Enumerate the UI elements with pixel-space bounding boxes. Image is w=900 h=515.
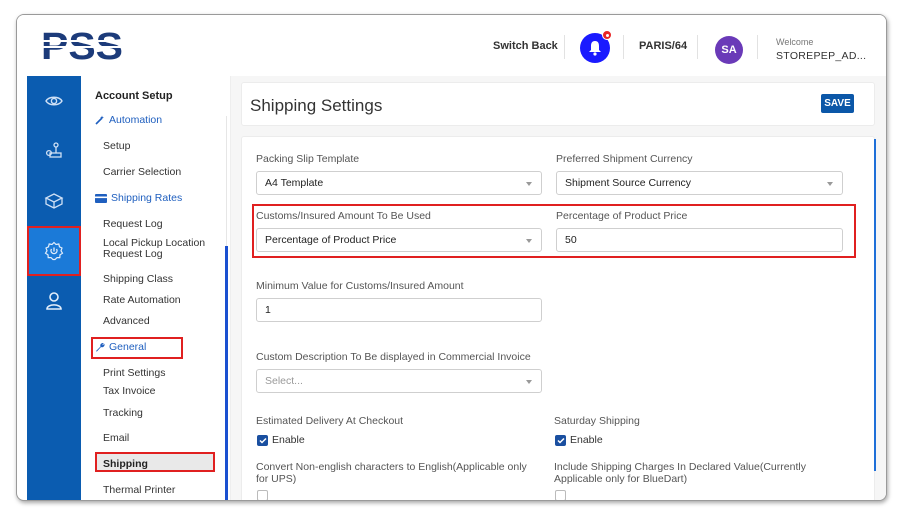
percentage-label: Percentage of Product Price bbox=[556, 210, 688, 222]
form-scrollbar[interactable] bbox=[874, 139, 876, 471]
save-button[interactable]: SAVE bbox=[821, 94, 854, 113]
box-icon bbox=[44, 193, 64, 209]
saturday-label: Saturday Shipping bbox=[554, 415, 640, 427]
settings-menu: Account Setup Automation Setup Carrier S… bbox=[81, 76, 231, 500]
percentage-input[interactable]: 50 bbox=[556, 228, 843, 252]
menu-item-setup[interactable]: Setup bbox=[103, 140, 130, 152]
header-divider bbox=[623, 35, 624, 59]
icon-rail bbox=[27, 76, 81, 500]
custom-desc-select[interactable]: Select... bbox=[256, 369, 542, 393]
header-divider bbox=[697, 35, 698, 59]
switch-back-label: Switch Back bbox=[493, 39, 558, 52]
check-icon bbox=[556, 437, 565, 444]
header-divider bbox=[564, 35, 565, 59]
custom-desc-label: Custom Description To Be displayed in Co… bbox=[256, 351, 531, 363]
customs-select[interactable]: Percentage of Product Price bbox=[256, 228, 542, 252]
rail-item-dashboard[interactable] bbox=[27, 76, 81, 126]
currency-value: Shipment Source Currency bbox=[565, 177, 692, 189]
joystick-icon bbox=[45, 142, 62, 158]
local-pickup-line2: Request Log bbox=[103, 248, 163, 260]
menu-section-automation[interactable]: Automation bbox=[95, 114, 162, 126]
menu-item-rate-automation[interactable]: Rate Automation bbox=[103, 294, 181, 306]
store-selector[interactable]: PARIS/64 bbox=[639, 15, 687, 76]
switch-back-link[interactable]: Switch Back bbox=[493, 15, 558, 76]
customs-label: Customs/Insured Amount To Be Used bbox=[256, 210, 431, 222]
store-label: PARIS/64 bbox=[639, 39, 688, 52]
include-charges-label: Include Shipping Charges In Declared Val… bbox=[554, 461, 806, 485]
title-card: Shipping Settings SAVE bbox=[241, 82, 875, 126]
currency-select[interactable]: Shipment Source Currency bbox=[556, 171, 843, 195]
include-charges-checkbox[interactable] bbox=[555, 490, 566, 500]
menu-item-shipping-class[interactable]: Shipping Class bbox=[103, 273, 173, 285]
page-title: Shipping Settings bbox=[250, 96, 383, 115]
packing-slip-value: A4 Template bbox=[265, 177, 324, 189]
min-value-value: 1 bbox=[265, 304, 271, 316]
menu-item-print-settings[interactable]: Print Settings bbox=[103, 367, 165, 379]
rail-item-settings[interactable] bbox=[27, 226, 81, 276]
general-label: General bbox=[109, 341, 147, 353]
convert-label-line1: Convert Non-english characters to Englis… bbox=[256, 461, 527, 473]
min-value-label: Minimum Value for Customs/Insured Amount bbox=[256, 280, 464, 292]
chevron-down-icon bbox=[526, 380, 532, 384]
menu-item-request-log[interactable]: Request Log bbox=[103, 218, 163, 230]
custom-desc-placeholder: Select... bbox=[265, 375, 303, 387]
rail-item-products[interactable] bbox=[27, 176, 81, 226]
packing-slip-select[interactable]: A4 Template bbox=[256, 171, 542, 195]
magic-wand-icon bbox=[95, 115, 104, 125]
main-content: Shipping Settings SAVE Packing Slip Temp… bbox=[231, 76, 886, 500]
rail-item-operations[interactable] bbox=[27, 126, 81, 176]
menu-item-local-pickup-request-log[interactable]: Local Pickup Location Request Log bbox=[103, 237, 205, 260]
convert-checkbox[interactable] bbox=[257, 490, 268, 500]
svg-text:PSS: PSS bbox=[41, 28, 123, 62]
menu-item-thermal-printer[interactable]: Thermal Printer bbox=[103, 484, 175, 496]
customs-value: Percentage of Product Price bbox=[265, 234, 397, 246]
menu-item-shipping[interactable]: Shipping bbox=[103, 458, 148, 470]
packing-slip-label: Packing Slip Template bbox=[256, 153, 360, 165]
chevron-down-icon bbox=[827, 182, 833, 186]
menu-scrollbar-thumb[interactable] bbox=[225, 246, 228, 500]
convert-label-line2: for UPS) bbox=[256, 473, 297, 485]
percentage-value: 50 bbox=[565, 234, 577, 246]
avatar[interactable]: SA bbox=[715, 36, 743, 64]
est-delivery-checkbox[interactable] bbox=[257, 435, 268, 446]
convert-label: Convert Non-english characters to Englis… bbox=[256, 461, 527, 485]
min-value-input[interactable]: 1 bbox=[256, 298, 542, 322]
credit-card-icon bbox=[95, 193, 107, 203]
currency-label: Preferred Shipment Currency bbox=[556, 153, 693, 165]
saturday-checkbox[interactable] bbox=[555, 435, 566, 446]
menu-section-general[interactable]: General bbox=[95, 341, 146, 353]
shipping-rates-label: Shipping Rates bbox=[111, 192, 183, 204]
top-header: PSS Switch Back PARIS/64 SA Welcome STOR… bbox=[17, 15, 886, 76]
settings-form: Packing Slip Template A4 Template Prefer… bbox=[241, 136, 875, 500]
menu-item-tracking[interactable]: Tracking bbox=[103, 407, 143, 419]
username[interactable]: STOREPEP_AD... bbox=[776, 50, 866, 62]
check-icon bbox=[258, 437, 267, 444]
menu-item-tax-invoice[interactable]: Tax Invoice bbox=[103, 385, 156, 397]
menu-item-advanced[interactable]: Advanced bbox=[103, 315, 150, 327]
rail-item-account[interactable] bbox=[27, 276, 81, 326]
est-delivery-label: Estimated Delivery At Checkout bbox=[256, 415, 404, 427]
include-label-line2: Applicable only for BlueDart) bbox=[554, 473, 688, 485]
app-window: PSS Switch Back PARIS/64 SA Welcome STOR… bbox=[16, 14, 887, 501]
automation-label: Automation bbox=[109, 114, 163, 126]
bell-icon bbox=[589, 41, 601, 56]
user-icon bbox=[46, 292, 62, 310]
welcome-text: Welcome bbox=[776, 37, 814, 47]
avatar-initials: SA bbox=[721, 44, 737, 56]
menu-section-shipping-rates[interactable]: Shipping Rates bbox=[95, 192, 182, 204]
gear-icon bbox=[44, 241, 64, 261]
pss-logo: PSS bbox=[41, 28, 123, 62]
est-delivery-option[interactable]: Enable bbox=[272, 434, 305, 446]
header-divider bbox=[757, 35, 758, 59]
include-label-line1: Include Shipping Charges In Declared Val… bbox=[554, 461, 806, 473]
wrench-icon bbox=[96, 342, 105, 352]
menu-title: Account Setup bbox=[95, 90, 173, 102]
chevron-down-icon bbox=[526, 239, 532, 243]
menu-item-email[interactable]: Email bbox=[103, 432, 129, 444]
menu-item-carrier-selection[interactable]: Carrier Selection bbox=[103, 166, 181, 178]
eye-icon bbox=[45, 96, 63, 106]
notification-badge bbox=[602, 30, 612, 40]
chevron-down-icon bbox=[526, 182, 532, 186]
saturday-option[interactable]: Enable bbox=[570, 434, 603, 446]
